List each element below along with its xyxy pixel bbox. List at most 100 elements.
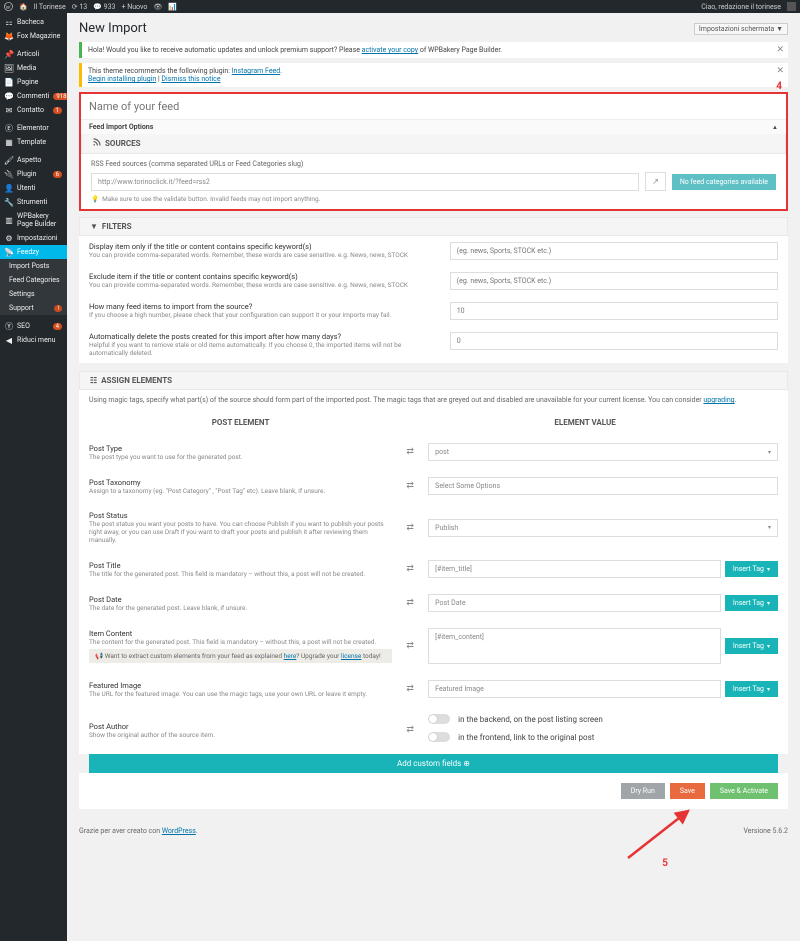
dashboard-icon: ⚏ bbox=[5, 18, 13, 26]
notice-plugin: This theme recommends the following plug… bbox=[79, 63, 788, 87]
notice-premium: Hola! Would you like to receive automati… bbox=[79, 42, 788, 58]
featured-image-input[interactable]: Featured Image bbox=[428, 680, 721, 698]
post-title-input[interactable]: [#item_title] bbox=[428, 560, 721, 578]
swap-icon: ⇄ bbox=[402, 481, 418, 491]
plugin-icon: 🔌 bbox=[5, 170, 13, 178]
sidebar-item-aspetto[interactable]: 🖌Aspetto bbox=[0, 153, 67, 167]
upgrading-link[interactable]: upgrading bbox=[703, 396, 734, 404]
page-title: New Import bbox=[79, 21, 147, 36]
version-label: Versione 5.6.2 bbox=[743, 827, 788, 835]
sidebar-item-pagine[interactable]: 📄Pagine bbox=[0, 75, 67, 89]
source-url-input[interactable] bbox=[91, 173, 639, 191]
sidebar-sub-support[interactable]: Support! bbox=[0, 301, 67, 315]
site-name[interactable]: Il Torinese bbox=[34, 3, 66, 11]
filters-heading: FILTERS bbox=[102, 222, 132, 231]
collapse-icon: ◀ bbox=[5, 336, 13, 344]
screen-options-toggle[interactable]: Impostazioni schermata ▼ bbox=[694, 23, 788, 35]
post-author-label: Post Author bbox=[89, 722, 392, 731]
sidebar-item-collapse[interactable]: ◀Riduci menu bbox=[0, 333, 67, 347]
swap-icon: ⇄ bbox=[402, 598, 418, 608]
filter-count-help: If you choose a high number, please chec… bbox=[89, 311, 420, 319]
sidebar-sub-categories[interactable]: Feed Categories bbox=[0, 273, 67, 287]
sidebar-item-impostazioni[interactable]: ⚙Impostazioni bbox=[0, 231, 67, 245]
author-backend-toggle[interactable] bbox=[428, 714, 450, 724]
assign-icon: ☷ bbox=[90, 376, 97, 385]
rss-icon bbox=[92, 138, 101, 149]
license-link[interactable]: license bbox=[341, 652, 361, 660]
insert-tag-button[interactable]: Insert Tag ▾ bbox=[725, 681, 778, 697]
sources-heading: SOURCES bbox=[105, 139, 141, 148]
sidebar-item-strumenti[interactable]: 🔧Strumenti bbox=[0, 195, 67, 209]
chevron-down-icon: ▾ bbox=[767, 566, 770, 573]
swap-icon: ⇄ bbox=[402, 564, 418, 574]
sidebar-item-feedzy[interactable]: 📡Feedzy bbox=[0, 245, 67, 259]
sidebar-sub-settings[interactable]: Settings bbox=[0, 287, 67, 301]
add-custom-fields-button[interactable]: Add custom fields ⊕ bbox=[89, 754, 778, 773]
validate-button[interactable]: ↗ bbox=[645, 172, 666, 191]
plugin-link[interactable]: Instagram Feed bbox=[232, 67, 281, 75]
post-status-select[interactable]: Publish▾ bbox=[428, 519, 778, 537]
refresh-icon[interactable]: ⟳ 13 bbox=[72, 3, 87, 11]
sidebar-item-fox[interactable]: 🦊Fox Magazine bbox=[0, 29, 67, 43]
save-button[interactable]: Save bbox=[670, 783, 705, 799]
dismiss-icon[interactable]: ✕ bbox=[776, 45, 784, 55]
annotation-marker-4: 4 bbox=[776, 81, 782, 92]
post-tax-select[interactable]: Select Some Options bbox=[428, 477, 778, 495]
filter-count-input[interactable] bbox=[450, 302, 778, 320]
comments-icon[interactable]: 💬 933 bbox=[93, 3, 115, 11]
here-link[interactable]: here bbox=[284, 652, 297, 660]
featured-image-label: Featured Image bbox=[89, 681, 392, 690]
chevron-up-icon[interactable]: ▲ bbox=[772, 124, 778, 131]
post-date-input[interactable]: Post Date bbox=[428, 594, 721, 612]
author-frontend-toggle[interactable] bbox=[428, 732, 450, 742]
sidebar-item-contatto[interactable]: ✉Contatto1 bbox=[0, 103, 67, 117]
dry-run-button[interactable]: Dry Run bbox=[621, 783, 665, 799]
swap-icon: ⇄ bbox=[402, 684, 418, 694]
sidebar-item-articoli[interactable]: 📌Articoli bbox=[0, 47, 67, 61]
eye-icon[interactable]: 👁 bbox=[153, 3, 162, 11]
sidebar-item-commenti[interactable]: 💬Commenti918 bbox=[0, 89, 67, 103]
greeting[interactable]: Ciao, redazione il torinese bbox=[701, 3, 781, 11]
chevron-down-icon: ▾ bbox=[767, 643, 770, 650]
activate-link[interactable]: activate your copy bbox=[362, 46, 418, 54]
wordpress-icon[interactable] bbox=[4, 2, 13, 11]
filter-display-input[interactable] bbox=[450, 242, 778, 260]
insert-tag-button[interactable]: Insert Tag ▾ bbox=[725, 638, 778, 654]
sidebar-item-utenti[interactable]: 👤Utenti bbox=[0, 181, 67, 195]
home-icon[interactable]: 🏠 bbox=[19, 3, 28, 11]
chart-icon[interactable]: 📊 bbox=[168, 3, 177, 11]
swap-icon: ⇄ bbox=[402, 725, 418, 735]
sidebar-item-seo[interactable]: ⓎSEO4 bbox=[0, 319, 67, 333]
post-type-select[interactable]: post▾ bbox=[428, 443, 778, 461]
wordpress-link[interactable]: WordPress bbox=[162, 827, 196, 835]
filter-exclude-input[interactable] bbox=[450, 272, 778, 290]
toggle-label: in the frontend, link to the original po… bbox=[458, 733, 594, 742]
filter-delete-label: Automatically delete the posts created f… bbox=[89, 332, 420, 341]
no-categories-button[interactable]: No feed categories available bbox=[672, 174, 776, 190]
post-title-label: Post Title bbox=[89, 561, 392, 570]
feed-name-input[interactable] bbox=[81, 94, 786, 119]
sidebar-item-bacheca[interactable]: ⚏Bacheca bbox=[0, 15, 67, 29]
sidebar-item-elementor[interactable]: ⒺElementor bbox=[0, 121, 67, 135]
elementor-icon: Ⓔ bbox=[5, 124, 13, 132]
sidebar-item-plugin[interactable]: 🔌Plugin6 bbox=[0, 167, 67, 181]
sidebar-item-wpbakery[interactable]: ▥WPBakery Page Builder bbox=[0, 209, 67, 231]
avatar[interactable] bbox=[787, 2, 796, 11]
sidebar-item-template[interactable]: ▦Template bbox=[0, 135, 67, 149]
insert-tag-button[interactable]: Insert Tag ▾ bbox=[725, 561, 778, 577]
post-tax-label: Post Taxonomy bbox=[89, 478, 392, 487]
template-icon: ▦ bbox=[5, 138, 13, 146]
sidebar-item-media[interactable]: 🖼Media bbox=[0, 61, 67, 75]
save-activate-button[interactable]: Save & Activate bbox=[710, 783, 778, 799]
admin-topbar: 🏠 Il Torinese ⟳ 13 💬 933 + Nuovo 👁 📊 Cia… bbox=[0, 0, 800, 13]
swap-icon: ⇄ bbox=[402, 641, 418, 651]
sources-help: RSS Feed sources (comma separated URLs o… bbox=[91, 160, 776, 168]
dismiss-icon[interactable]: ✕ bbox=[776, 66, 784, 76]
new-link[interactable]: + Nuovo bbox=[121, 3, 147, 11]
filter-delete-input[interactable] bbox=[450, 332, 778, 350]
insert-tag-button[interactable]: Insert Tag ▾ bbox=[725, 595, 778, 611]
begin-install-link[interactable]: Begin installing plugin bbox=[88, 75, 156, 83]
item-content-textarea[interactable]: [#item_content] bbox=[428, 628, 721, 664]
sidebar-sub-import[interactable]: Import Posts bbox=[0, 259, 67, 273]
dismiss-notice-link[interactable]: Dismiss this notice bbox=[161, 75, 220, 83]
